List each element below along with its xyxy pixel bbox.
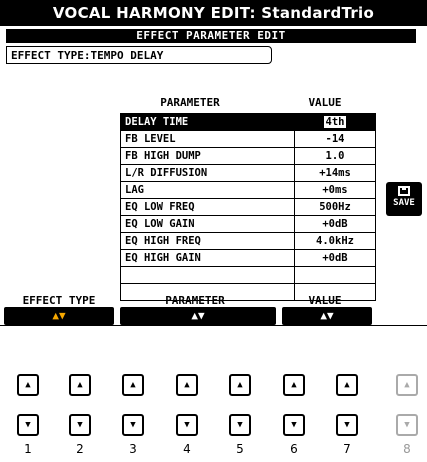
button-number-label: 5 — [236, 442, 244, 456]
param-value: +0ms — [294, 181, 376, 199]
button-3-up[interactable]: ▲ — [122, 374, 144, 396]
button-5-down[interactable]: ▼ — [229, 414, 251, 436]
save-label: SAVE — [393, 198, 415, 208]
param-value: 500Hz — [294, 198, 376, 216]
button-7-up[interactable]: ▲ — [336, 374, 358, 396]
button-4-down[interactable]: ▼ — [176, 414, 198, 436]
up-arrow-icon: ▲ — [52, 309, 59, 322]
button-4-up[interactable]: ▲ — [176, 374, 198, 396]
effect-type-field[interactable]: EFFECT TYPE:TEMPO DELAY — [6, 46, 272, 64]
table-row[interactable]: L/R DIFFUSION +14ms — [120, 164, 376, 182]
down-arrow-icon: ▼ — [327, 309, 334, 322]
param-name: EQ LOW GAIN — [120, 215, 295, 233]
param-value: 4th — [323, 116, 347, 128]
value-label: VALUE — [308, 294, 342, 307]
button-7-down[interactable]: ▼ — [336, 414, 358, 436]
param-name: EQ HIGH FREQ — [120, 232, 295, 250]
button-number-label: 7 — [343, 442, 351, 456]
table-row[interactable]: EQ LOW FREQ 500Hz — [120, 198, 376, 216]
down-arrow-icon: ▼ — [198, 309, 205, 322]
up-arrow-icon: ▲ — [191, 309, 198, 322]
param-name: EQ LOW FREQ — [120, 198, 295, 216]
button-6-down[interactable]: ▼ — [283, 414, 305, 436]
table-row[interactable]: FB LEVEL -14 — [120, 130, 376, 148]
button-number-label: 4 — [183, 442, 191, 456]
value-updown-button[interactable]: ▲▼ — [282, 307, 372, 325]
table-row[interactable]: EQ HIGH FREQ 4.0kHz — [120, 232, 376, 250]
button-5-up[interactable]: ▲ — [229, 374, 251, 396]
down-arrow-icon: ▼ — [59, 309, 66, 322]
param-name: EQ HIGH GAIN — [120, 249, 295, 267]
page-title: EFFECT PARAMETER EDIT — [6, 29, 416, 43]
button-8-up[interactable]: ▲ — [396, 374, 418, 396]
divider — [0, 325, 427, 326]
param-name: LAG — [120, 181, 295, 199]
effect-type-updown-button[interactable]: ▲▼ — [4, 307, 114, 325]
table-row[interactable]: DELAY TIME 4th — [120, 113, 376, 131]
button-6-up[interactable]: ▲ — [283, 374, 305, 396]
param-name: FB LEVEL — [120, 130, 295, 148]
parameter-table: DELAY TIME 4th FB LEVEL -14 FB HIGH DUMP… — [120, 113, 376, 301]
button-1-down[interactable]: ▼ — [17, 414, 39, 436]
value-column-header: VALUE — [308, 96, 342, 109]
button-number-label: 6 — [290, 442, 298, 456]
table-row[interactable]: FB HIGH DUMP 1.0 — [120, 147, 376, 165]
param-value: -14 — [294, 130, 376, 148]
button-number-label: 1 — [24, 442, 32, 456]
window-title: VOCAL HARMONY EDIT: StandardTrio — [0, 0, 427, 26]
table-row-empty — [120, 266, 376, 284]
button-3-down[interactable]: ▼ — [122, 414, 144, 436]
table-row[interactable]: EQ LOW GAIN +0dB — [120, 215, 376, 233]
param-value: +0dB — [294, 249, 376, 267]
parameter-label: PARAMETER — [165, 294, 225, 307]
up-arrow-icon: ▲ — [320, 309, 327, 322]
table-row[interactable]: EQ HIGH GAIN +0dB — [120, 249, 376, 267]
parameter-column-header: PARAMETER — [160, 96, 220, 109]
button-2-up[interactable]: ▲ — [69, 374, 91, 396]
table-row[interactable]: LAG +0ms — [120, 181, 376, 199]
button-1-up[interactable]: ▲ — [17, 374, 39, 396]
parameter-updown-button[interactable]: ▲▼ — [120, 307, 276, 325]
button-number-label: 2 — [76, 442, 84, 456]
param-value: +0dB — [294, 215, 376, 233]
param-name: L/R DIFFUSION — [120, 164, 295, 182]
param-name: DELAY TIME — [120, 113, 295, 131]
effect-type-label: EFFECT TYPE — [22, 294, 96, 307]
param-value: +14ms — [294, 164, 376, 182]
button-number-label: 8 — [403, 442, 411, 456]
button-8-down[interactable]: ▼ — [396, 414, 418, 436]
floppy-disk-icon — [398, 186, 410, 196]
param-value: 1.0 — [294, 147, 376, 165]
button-number-label: 3 — [129, 442, 137, 456]
param-value: 4.0kHz — [294, 232, 376, 250]
button-2-down[interactable]: ▼ — [69, 414, 91, 436]
save-button[interactable]: SAVE — [386, 182, 422, 216]
param-name: FB HIGH DUMP — [120, 147, 295, 165]
lcd-screen: EFFECT PARAMETER EDIT EFFECT TYPE:TEMPO … — [0, 26, 427, 341]
